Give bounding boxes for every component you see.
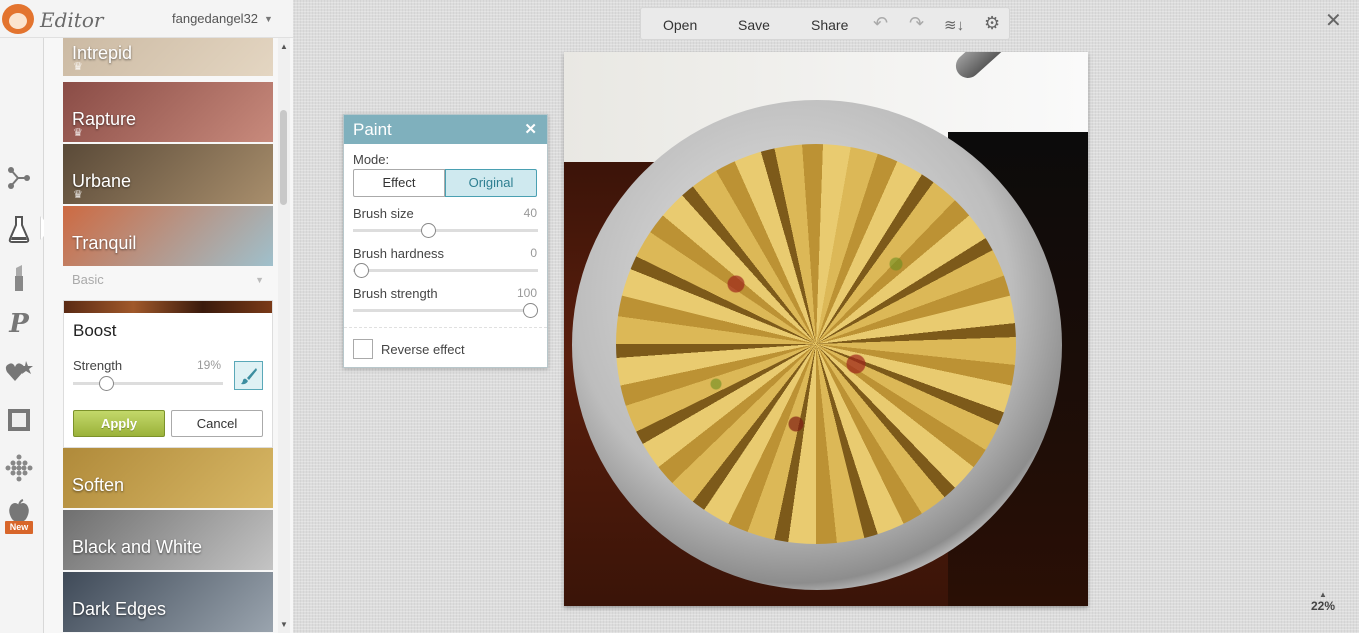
new-badge: New: [5, 521, 33, 534]
heart-sticker-icon[interactable]: [4, 357, 34, 387]
chevron-down-icon: ▼: [255, 275, 264, 285]
category-label: Basic: [72, 272, 104, 287]
mode-original-button[interactable]: Original: [445, 169, 537, 197]
logo-icon: [2, 4, 34, 34]
strength-slider-thumb[interactable]: [99, 376, 114, 391]
crown-icon: ♛: [73, 127, 83, 139]
save-button[interactable]: Save: [738, 17, 770, 33]
effect-rapture[interactable]: Rapture ♛: [63, 82, 273, 142]
brush-size-label: Brush size: [353, 206, 414, 221]
crown-icon: ♛: [73, 189, 83, 201]
frame-icon[interactable]: [4, 405, 34, 435]
brush-hardness-value: 0: [530, 246, 537, 260]
redo-icon[interactable]: ↷: [909, 13, 924, 34]
brush-size-value: 40: [523, 206, 537, 220]
scroll-up-icon[interactable]: ▲: [280, 42, 288, 51]
effect-label: Soften: [72, 475, 125, 495]
effect-intrepid[interactable]: Intrepid ♛: [63, 38, 273, 76]
tool-rail: P New: [0, 0, 44, 633]
flask-icon[interactable]: [4, 214, 34, 244]
crown-icon: ♛: [73, 61, 83, 73]
boost-preview-strip: [64, 301, 272, 313]
undo-icon[interactable]: ↶: [873, 13, 888, 34]
photo-canvas[interactable]: [564, 52, 1088, 606]
boost-title: Boost: [73, 321, 117, 340]
layers-icon[interactable]: ≋↓: [944, 16, 964, 34]
gear-icon[interactable]: ⚙: [984, 13, 1000, 34]
brush-strength-slider[interactable]: [353, 309, 538, 312]
strength-label: Strength: [73, 358, 123, 373]
effect-urbane[interactable]: Urbane ♛: [63, 144, 273, 204]
paint-dialog-header: Paint ✕: [344, 115, 547, 144]
brush-strength-label: Brush strength: [353, 286, 438, 301]
paint-dialog: Paint ✕ Mode: Effect Original Brush size…: [343, 114, 548, 368]
boost-panel: Boost Strength 19% Apply Cancel: [63, 300, 273, 448]
brush-hardness-label: Brush hardness: [353, 246, 445, 261]
chevron-up-icon: ▲: [1319, 590, 1327, 599]
user-menu[interactable]: fangedangel32 ▼: [172, 11, 273, 26]
effect-label: Dark Edges: [72, 599, 167, 619]
effect-label: Black and White: [72, 537, 203, 557]
app-title: Editor: [40, 8, 104, 32]
effect-soften[interactable]: Soften: [63, 448, 273, 508]
zoom-indicator[interactable]: ▲ 22%: [1311, 590, 1335, 613]
effects-panel: Intrepid ♛ Rapture ♛ Urbane ♛ Tranquil B…: [44, 38, 293, 633]
nodes-icon[interactable]: [4, 163, 34, 193]
effect-tranquil[interactable]: Tranquil: [63, 206, 273, 266]
mode-effect-button[interactable]: Effect: [353, 169, 445, 197]
username: fangedangel32: [172, 11, 259, 26]
pasta-dish: [616, 144, 1016, 544]
close-icon[interactable]: ✕: [524, 120, 537, 138]
category-dropdown[interactable]: Basic ▼: [63, 267, 273, 293]
top-toolbar: Open Save Share ↶ ↷ ≋↓ ⚙: [640, 7, 1010, 40]
effect-dark-edges[interactable]: Dark Edges: [63, 572, 273, 632]
strength-value: 19%: [197, 358, 222, 372]
strength-slider[interactable]: [73, 382, 223, 385]
brush-strength-value: 100: [516, 286, 537, 300]
effects-scrollbar[interactable]: ▲ ▼: [278, 38, 290, 633]
divider: [344, 327, 547, 328]
share-button[interactable]: Share: [811, 17, 848, 33]
brush-size-slider[interactable]: [353, 229, 538, 232]
chevron-down-icon: ▼: [264, 13, 273, 24]
close-icon[interactable]: ✕: [1325, 8, 1342, 33]
paint-title: Paint: [353, 120, 392, 139]
mode-label: Mode:: [353, 152, 390, 167]
reverse-effect-label: Reverse effect: [381, 342, 465, 357]
scroll-down-icon[interactable]: ▼: [280, 620, 288, 629]
text-p-icon[interactable]: P: [4, 309, 34, 339]
texture-icon[interactable]: [4, 453, 34, 483]
zoom-value: 22%: [1311, 599, 1336, 613]
effect-label: Tranquil: [72, 233, 137, 253]
app-header: Editor fangedangel32 ▼: [0, 0, 293, 38]
scrollbar-thumb[interactable]: [280, 110, 287, 205]
brush-hardness-slider[interactable]: [353, 269, 538, 272]
open-button[interactable]: Open: [663, 17, 697, 33]
brush-size-slider-thumb[interactable]: [421, 223, 436, 238]
brush-strength-slider-thumb[interactable]: [523, 303, 538, 318]
effect-black-and-white[interactable]: Black and White: [63, 510, 273, 570]
brush-hardness-slider-thumb[interactable]: [354, 263, 369, 278]
paint-brush-button[interactable]: [234, 361, 263, 390]
reverse-effect-checkbox[interactable]: [353, 339, 373, 359]
lipstick-icon[interactable]: [4, 263, 34, 293]
apply-button[interactable]: Apply: [73, 410, 165, 437]
cancel-button[interactable]: Cancel: [171, 410, 263, 437]
